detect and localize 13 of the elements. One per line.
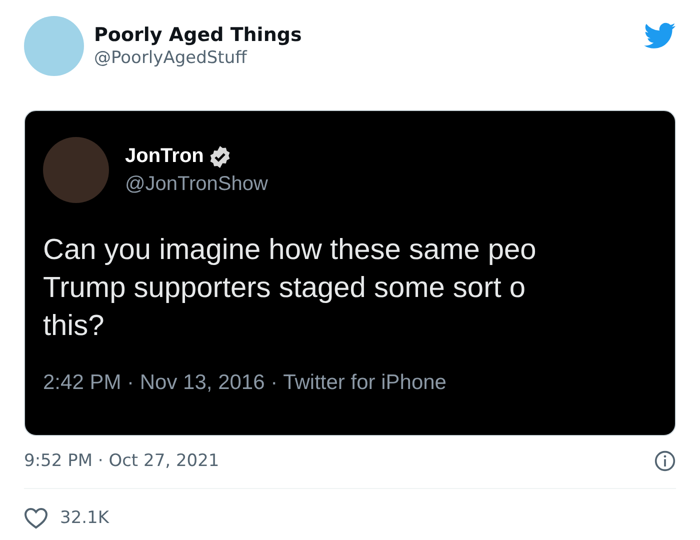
heart-icon[interactable] (24, 507, 48, 529)
tweet-text-line: Can you imagine how these same peo (43, 233, 538, 268)
account-name: Poorly Aged Things (94, 24, 303, 46)
info-icon[interactable] (654, 450, 676, 472)
tweet-text-line: this? (43, 309, 106, 344)
like-count: 32.1K (60, 508, 109, 528)
tweet-timestamp: 9:52 PM · Oct 27, 2021 (24, 451, 220, 471)
account-handle: @PoorlyAgedStuff (94, 48, 248, 68)
bird-logo-icon (644, 22, 676, 50)
account-name: JonTron (125, 145, 204, 168)
tweet-timestamp: 2:42 PM · Nov 13, 2016 · Twitter for iPhone (43, 371, 448, 395)
tweet-text-line: Trump supporters staged some sort o (43, 271, 526, 306)
account-handle: @JonTronShow (125, 172, 268, 196)
